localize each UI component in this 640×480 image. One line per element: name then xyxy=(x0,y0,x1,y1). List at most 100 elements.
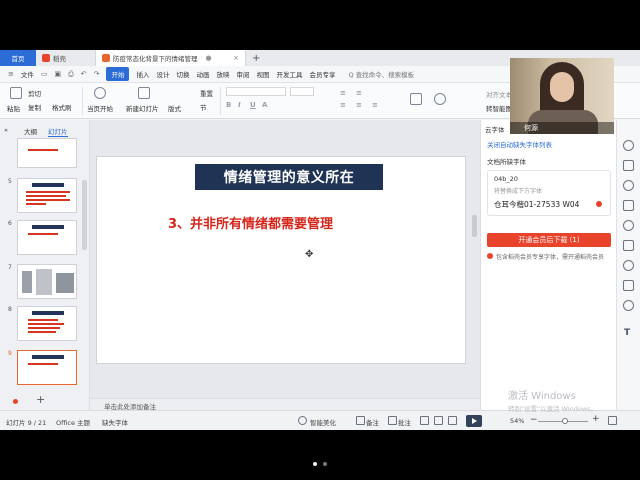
undo-icon[interactable]: ↶ xyxy=(81,70,87,78)
print-icon[interactable]: ⎙ xyxy=(68,70,74,79)
italic-icon[interactable]: I xyxy=(238,101,241,109)
menu-member[interactable]: 会员专享 xyxy=(309,69,335,79)
align-left-icon[interactable]: ≡ xyxy=(340,101,346,109)
backup-icon[interactable] xyxy=(623,240,634,251)
share-icon[interactable] xyxy=(623,260,634,271)
format-painter-button[interactable]: 格式刷 xyxy=(52,102,72,112)
menu-review[interactable]: 审阅 xyxy=(236,69,249,79)
slide-canvas[interactable]: 情绪管理的意义所在 3、并非所有情绪都需要管理 ✥ xyxy=(96,156,466,364)
play-from-current-icon[interactable] xyxy=(94,87,106,99)
align-text-button[interactable]: 对齐文本 xyxy=(486,89,512,99)
tab-outline[interactable]: 大纲 xyxy=(24,126,37,136)
page-dot[interactable] xyxy=(323,462,327,466)
notes-toggle[interactable]: 备注 xyxy=(366,417,379,427)
zoom-level[interactable]: 54% xyxy=(510,417,524,425)
hamburger-icon[interactable]: ≡ xyxy=(8,70,14,78)
location-icon[interactable] xyxy=(623,300,634,311)
new-tab-button[interactable]: + xyxy=(246,50,266,66)
format-icon[interactable] xyxy=(623,160,634,171)
tab-document[interactable]: 防疫常态化背景下的情绪管理 ● × xyxy=(96,50,246,66)
page-indicator xyxy=(0,462,640,466)
missing-font-status[interactable]: 缺失字体 xyxy=(102,417,128,427)
align-center-icon[interactable]: ≡ xyxy=(356,101,362,109)
tab-docer[interactable]: 稻壳 xyxy=(36,50,96,66)
comments-icon[interactable] xyxy=(388,416,397,425)
page-dot-active[interactable] xyxy=(313,462,317,466)
zoom-in-icon[interactable]: + xyxy=(592,414,600,424)
textbox-icon[interactable] xyxy=(410,93,422,105)
paste-button[interactable]: 粘贴 xyxy=(7,103,20,113)
font-replace-card[interactable]: 04b_20 将替换成下方字体 仓耳今楷01-27533 W04 xyxy=(487,170,611,216)
numbered-list-icon[interactable]: ≡ xyxy=(356,89,362,97)
paste-icon[interactable] xyxy=(10,87,22,99)
font-name-select[interactable] xyxy=(226,87,286,96)
tab-slides[interactable]: 幻灯片 xyxy=(48,126,68,137)
copy-button[interactable]: 复制 xyxy=(28,102,41,112)
close-tab-icon[interactable]: × xyxy=(233,54,239,62)
font-color-icon[interactable]: A xyxy=(262,101,267,109)
slide-thumbnail[interactable] xyxy=(17,264,77,299)
slide-thumbnail[interactable] xyxy=(17,138,77,168)
menu-slideshow[interactable]: 放映 xyxy=(216,69,229,79)
save-icon[interactable]: ▣ xyxy=(55,70,62,78)
menu-file[interactable]: 文件 xyxy=(21,69,34,79)
layout-button[interactable]: 版式 xyxy=(168,103,181,113)
close-auto-list-link[interactable]: 关闭自动缺失字体列表 xyxy=(487,139,552,149)
help-icon[interactable] xyxy=(623,220,634,231)
font-size-select[interactable] xyxy=(290,87,314,96)
bullet-list-icon[interactable]: ≡ xyxy=(340,89,346,97)
smart-beautify-icon[interactable] xyxy=(298,416,307,425)
zoom-slider-handle[interactable] xyxy=(562,418,568,424)
underline-icon[interactable]: U xyxy=(250,101,256,109)
menu-developer[interactable]: 开发工具 xyxy=(276,69,302,79)
tab-home[interactable]: 首页 xyxy=(0,50,36,66)
slide-thumbnail[interactable] xyxy=(17,220,77,255)
slide-thumbnail[interactable] xyxy=(17,306,77,341)
slide-sorter-icon[interactable] xyxy=(434,416,443,425)
smart-beautify-button[interactable]: 智能美化 xyxy=(310,417,336,427)
menu-view[interactable]: 视图 xyxy=(256,69,269,79)
thumbnail-scrollbar[interactable] xyxy=(82,180,87,250)
menu-design[interactable]: 设计 xyxy=(156,69,169,79)
reset-button[interactable]: 重置 xyxy=(200,88,213,98)
redo-icon[interactable]: ↷ xyxy=(94,70,100,78)
cut-button[interactable]: 剪切 xyxy=(28,88,41,98)
notes-bar[interactable]: 单击此处添加备注 xyxy=(90,398,480,411)
bold-icon[interactable]: B xyxy=(226,101,231,109)
play-slideshow-button[interactable] xyxy=(466,415,482,427)
slide-scrollbar[interactable] xyxy=(472,215,477,237)
theme-name[interactable]: Office 主题 xyxy=(56,417,90,427)
menu-animation[interactable]: 动画 xyxy=(196,69,209,79)
shape-icon[interactable] xyxy=(434,93,446,105)
slide-subtitle[interactable]: 3、并非所有情绪都需要管理 xyxy=(168,213,333,232)
from-current-button[interactable]: 当页开始 xyxy=(87,103,113,113)
open-folder-icon[interactable]: ▭ xyxy=(41,70,48,78)
add-slide-button[interactable]: + xyxy=(36,393,45,406)
notes-icon[interactable] xyxy=(356,416,365,425)
image-icon[interactable] xyxy=(623,280,634,291)
slide-title[interactable]: 情绪管理的意义所在 xyxy=(195,164,383,190)
new-slide-icon[interactable] xyxy=(138,87,150,99)
command-search[interactable]: Q 查找命令、搜索模板 xyxy=(348,69,414,79)
section-button[interactable]: 节 xyxy=(200,102,207,112)
new-slide-button[interactable]: 新建幻灯片 xyxy=(126,103,159,113)
zoom-out-icon[interactable]: − xyxy=(530,415,538,425)
slide-thumbnail[interactable] xyxy=(17,178,77,213)
collapse-panel-icon[interactable]: « xyxy=(4,126,8,134)
fit-window-icon[interactable] xyxy=(608,416,617,425)
shape-panel-icon[interactable] xyxy=(623,200,634,211)
reading-view-icon[interactable] xyxy=(448,416,457,425)
thumb-text-line xyxy=(28,149,58,151)
settings-icon[interactable] xyxy=(623,140,634,151)
align-right-icon[interactable]: ≡ xyxy=(372,101,378,109)
menu-transition[interactable]: 切换 xyxy=(176,69,189,79)
download-with-membership-button[interactable]: 开通会员后下载 (1) xyxy=(487,233,611,247)
slide-thumbnail-selected[interactable] xyxy=(17,350,77,385)
menu-start[interactable]: 开始 xyxy=(106,67,130,81)
text-tool-icon[interactable]: T xyxy=(624,328,630,338)
smart-art-button[interactable]: 转智能图 xyxy=(486,103,512,113)
normal-view-icon[interactable] xyxy=(420,416,429,425)
comments-toggle[interactable]: 批注 xyxy=(398,417,411,427)
menu-insert[interactable]: 插入 xyxy=(136,69,149,79)
animation-icon[interactable] xyxy=(623,180,634,191)
